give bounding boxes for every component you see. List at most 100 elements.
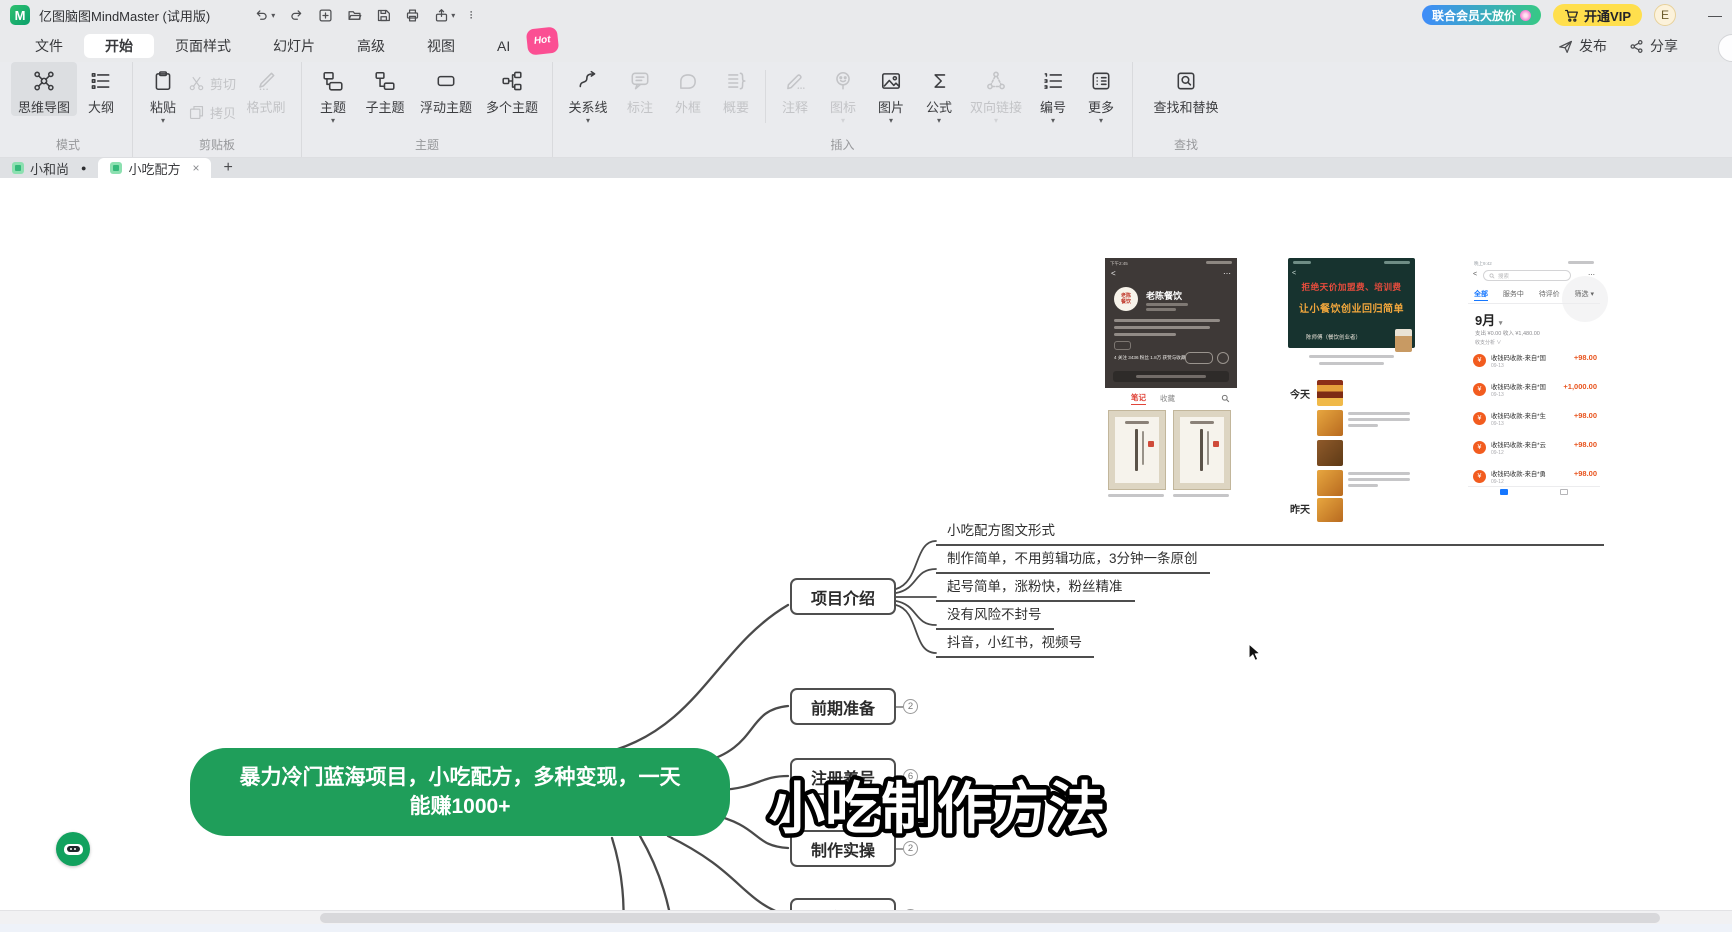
- attached-image-profile-screenshot[interactable]: 下午2:45 < ⋯ 老陈餐饮 老陈餐饮 4 关注 3436 粉丝 1.8万 获…: [1105, 258, 1237, 500]
- menu-ai[interactable]: AI Hot: [476, 34, 531, 58]
- multi-topic-button[interactable]: 多个主题: [479, 62, 545, 116]
- bill-tab-to-review[interactable]: 待评价: [1539, 289, 1560, 301]
- branch-node-preparation[interactable]: 前期准备: [790, 688, 896, 725]
- new-tab-button[interactable]: +: [211, 158, 244, 178]
- ribbon-group-insert: 关系线 ▾ 标注 外框 概要 注释: [553, 62, 1133, 157]
- publish-button[interactable]: 发布: [1558, 36, 1607, 56]
- new-file-button[interactable]: [318, 8, 333, 23]
- menu-page-style[interactable]: 页面样式: [154, 34, 252, 58]
- attached-image-bill-screenshot[interactable]: 晚上9:42 < 搜索 ⋯ 全部 服务中 待评价 筛选 ▾ 9月 ▾ 支出 ¥0…: [1468, 258, 1600, 496]
- open-file-button[interactable]: [347, 8, 362, 23]
- tab-notes[interactable]: 笔记: [1131, 392, 1146, 405]
- save-button[interactable]: [376, 8, 391, 23]
- user-avatar[interactable]: E: [1654, 4, 1676, 26]
- share-button[interactable]: 分享: [1629, 36, 1678, 56]
- branch-node-attention-issues[interactable]: 注意问题: [790, 898, 896, 910]
- transaction-row[interactable]: ¥ 收钱码收款-来自*国 09-13 +98.00: [1473, 352, 1597, 378]
- doc-tab-xiaochipeifang[interactable]: 小吃配方 ×: [98, 158, 211, 178]
- insert-icon-button[interactable]: 图标 ▾: [819, 62, 867, 124]
- branch-node-project-intro[interactable]: 项目介绍: [790, 578, 896, 615]
- boundary-button[interactable]: 外框: [664, 62, 712, 116]
- insert-image-button[interactable]: 图片 ▾: [867, 62, 915, 124]
- vertical-text-bar: [1200, 429, 1203, 471]
- subtopic-image-text-format[interactable]: 小吃配方图文形式: [936, 519, 1604, 546]
- relationship-line-button[interactable]: 关系线 ▾: [560, 62, 616, 124]
- analysis-link[interactable]: 收支分析 ∨: [1475, 339, 1501, 346]
- find-replace-button[interactable]: 查找和替换: [1140, 62, 1232, 116]
- minimize-button[interactable]: —: [1708, 7, 1722, 23]
- print-button[interactable]: [405, 8, 420, 23]
- floating-button-partial[interactable]: [1718, 34, 1732, 62]
- attached-image-feed-screenshot[interactable]: < 拒绝天价加盟费、培训费 让小餐饮创业回归简单 陈师傅（餐饮创业者） 今天: [1288, 258, 1415, 523]
- subtopic-button[interactable]: 子主题: [357, 62, 413, 116]
- ai-assistant-button[interactable]: [56, 832, 90, 866]
- floating-topic-button[interactable]: 浮动主题: [413, 62, 479, 116]
- tab-favorites[interactable]: 收藏: [1160, 393, 1175, 404]
- bill-tab-in-service[interactable]: 服务中: [1503, 289, 1524, 301]
- transaction-row[interactable]: ¥ 收钱码收款-来自*国 09-13 +1,000.00: [1473, 381, 1597, 407]
- transaction-row[interactable]: ¥ 收钱码收款-来自*生 09-13 +98.00: [1473, 410, 1597, 436]
- format-painter-button[interactable]: 格式刷: [238, 62, 294, 116]
- bill-tab-filter[interactable]: 筛选 ▾: [1575, 289, 1594, 301]
- more-panel-icon: [1090, 70, 1112, 92]
- mindmap-canvas[interactable]: 暴力冷门蓝海项目，小吃配方，多种变现，一天能赚1000+ 项目介绍 前期准备 2…: [0, 178, 1732, 910]
- summary-icon: [725, 70, 747, 92]
- numbering-button[interactable]: 编号 ▾: [1029, 62, 1077, 124]
- menu-view[interactable]: 视图: [406, 34, 476, 58]
- copy-button[interactable]: 拷贝: [188, 103, 236, 122]
- feed-thumbnail[interactable]: [1317, 498, 1343, 522]
- subtopic-easy-account-growth[interactable]: 起号简单，涨粉快，粉丝精准: [936, 575, 1135, 602]
- redo-icon: [289, 8, 304, 23]
- more-dots-icon[interactable]: ⋯: [1588, 271, 1595, 279]
- transaction-row[interactable]: ¥ 收钱码收款-来自*勇 09-12 +98.00: [1473, 468, 1597, 494]
- feed-thumbnail[interactable]: [1317, 380, 1343, 406]
- mindmap-mode-button[interactable]: 思维导图: [11, 62, 77, 116]
- feed-thumbnail[interactable]: [1317, 470, 1343, 496]
- month-selector[interactable]: 9月 ▾: [1475, 310, 1502, 329]
- feed-thumbnail[interactable]: [1317, 410, 1343, 436]
- undo-caret-icon: ▾: [271, 11, 275, 20]
- paste-icon: [152, 70, 174, 92]
- more-insert-button[interactable]: 更多 ▾: [1077, 62, 1125, 124]
- subtopic-platforms[interactable]: 抖音，小红书，视频号: [936, 631, 1094, 658]
- central-topic-node[interactable]: 暴力冷门蓝海项目，小吃配方，多种变现，一天能赚1000+: [190, 748, 730, 836]
- follow-button[interactable]: [1185, 352, 1213, 364]
- topic-button[interactable]: 主题 ▾: [309, 62, 357, 124]
- subtopic-text: 制作简单，不用剪辑功底，3分钟一条原创: [947, 551, 1198, 566]
- collapsed-count-badge[interactable]: 2: [896, 699, 918, 714]
- summary-button[interactable]: 概要: [712, 62, 760, 116]
- open-vip-button[interactable]: 开通VIP: [1553, 4, 1642, 26]
- doc-tab-xiaoheshang[interactable]: 小和尚 ●: [0, 158, 98, 178]
- menu-slideshow[interactable]: 幻灯片: [252, 34, 336, 58]
- paste-button[interactable]: 粘贴 ▾: [140, 62, 186, 124]
- stats-nav-icon[interactable]: [1560, 489, 1568, 495]
- back-icon[interactable]: <: [1473, 271, 1477, 278]
- cut-button[interactable]: 剪切: [188, 74, 236, 93]
- search-input[interactable]: 搜索: [1483, 270, 1571, 281]
- bidirectional-link-button[interactable]: 双向链接 ▾: [963, 62, 1029, 124]
- horizontal-scrollbar[interactable]: [0, 910, 1732, 925]
- member-promo-banner[interactable]: 联合会员大放价: [1422, 5, 1541, 25]
- menu-home[interactable]: 开始: [84, 34, 154, 58]
- menu-file[interactable]: 文件: [14, 34, 84, 58]
- comment-button[interactable]: 注释: [771, 62, 819, 116]
- bill-nav-icon[interactable]: [1500, 489, 1508, 495]
- undo-button[interactable]: ▾: [254, 8, 275, 23]
- feed-thumbnail[interactable]: [1317, 440, 1343, 466]
- subtopic-easy-production[interactable]: 制作简单，不用剪辑功底，3分钟一条原创: [936, 547, 1210, 574]
- search-icon[interactable]: [1221, 394, 1230, 403]
- scrollbar-thumb[interactable]: [320, 913, 1660, 923]
- banner-strip: [1113, 371, 1229, 382]
- bill-tab-all[interactable]: 全部: [1474, 289, 1488, 301]
- menu-advanced[interactable]: 高级: [336, 34, 406, 58]
- close-tab-icon[interactable]: ×: [192, 161, 199, 175]
- redo-button[interactable]: [289, 8, 304, 23]
- formula-button[interactable]: 公式 ▾: [915, 62, 963, 124]
- subtopic-no-risk[interactable]: 没有风险不封号: [936, 603, 1054, 630]
- transaction-row[interactable]: ¥ 收钱码收款-来自*云 09-12 +98.00: [1473, 439, 1597, 465]
- export-button[interactable]: ▾: [434, 8, 455, 23]
- outline-mode-button[interactable]: 大纲: [77, 62, 125, 116]
- more-tools-button[interactable]: ⁝: [469, 8, 474, 22]
- callout-button[interactable]: 标注: [616, 62, 664, 116]
- chat-button[interactable]: [1217, 352, 1229, 364]
